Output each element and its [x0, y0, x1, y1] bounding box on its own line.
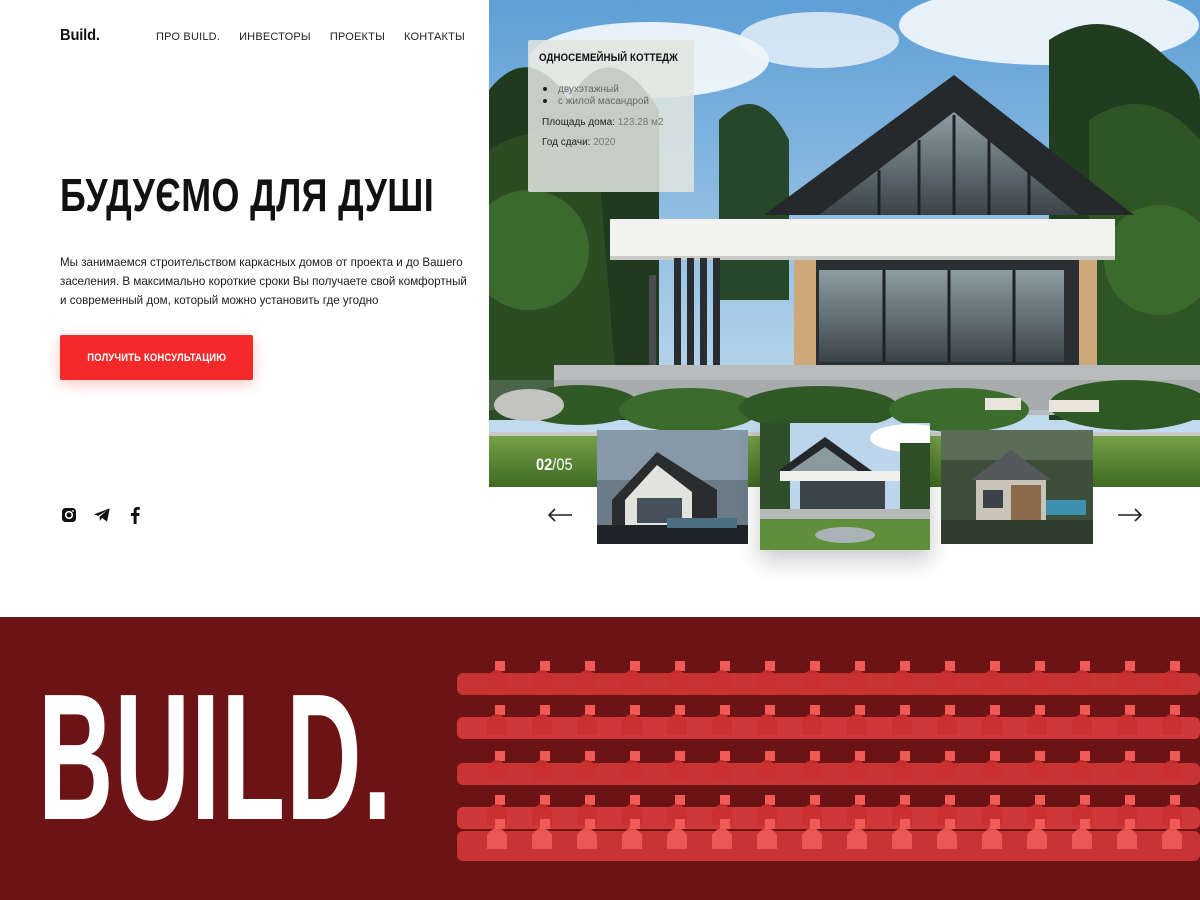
year-value: 2020: [593, 137, 616, 148]
nav-item-investors[interactable]: ИНВЕСТОРЫ: [239, 31, 311, 43]
area-label: Площадь дома:: [542, 117, 615, 128]
slide-current: 02: [536, 455, 553, 474]
project-title: ОДНОСЕМЕЙНЫЙ КОТТЕДЖ: [539, 52, 678, 64]
year-label: Год сдачи:: [542, 137, 591, 148]
project-year: Год сдачи: 2020: [539, 137, 684, 148]
feature-item: с жилой масандрой: [541, 96, 684, 107]
logo[interactable]: Build.: [60, 27, 100, 45]
nav-item-contacts[interactable]: КОНТАКТЫ: [404, 31, 465, 43]
project-area: Площадь дома: 123.28 м2: [539, 117, 684, 128]
slider-prev-arrow[interactable]: [546, 503, 574, 527]
main-nav: ПРО BUILD. ИНВЕСТОРЫ ПРОЕКТЫ КОНТАКТЫ: [156, 31, 484, 43]
hero-title: БУДУЄМО ДЛЯ ДУШІ: [60, 169, 435, 221]
hero-description: Мы занимаемся строительством каркасных д…: [60, 256, 467, 307]
consultation-button-label: ПОЛУЧИТЬ КОНСУЛЬТАЦИЮ: [87, 351, 226, 364]
slider-next-arrow[interactable]: [1116, 503, 1144, 527]
project-info-card: ОДНОСЕМЕЙНЫЙ КОТТЕДЖ двухэтажный с жилой…: [528, 40, 694, 192]
area-value: 123.28 м2: [617, 117, 664, 128]
thumbnail-2-active[interactable]: [760, 423, 930, 550]
thumbnail-3[interactable]: [941, 430, 1093, 544]
feature-item: двухэтажный: [541, 84, 684, 95]
nav-item-about[interactable]: ПРО BUILD.: [156, 31, 220, 43]
social-links: [60, 506, 144, 524]
slide-counter: 02/05: [536, 455, 573, 475]
instagram-icon[interactable]: [60, 506, 78, 524]
facebook-icon[interactable]: [126, 506, 144, 524]
nav-item-projects[interactable]: ПРОЕКТЫ: [330, 31, 385, 43]
thumbnail-1[interactable]: [597, 430, 748, 544]
slide-total: /05: [552, 455, 573, 474]
brand-wordmark: BUILD.: [38, 657, 393, 858]
consultation-button[interactable]: ПОЛУЧИТЬ КОНСУЛЬТАЦИЮ: [60, 335, 253, 380]
project-features: двухэтажный с жилой масандрой: [541, 84, 684, 107]
telegram-icon[interactable]: [93, 506, 111, 524]
brand-pattern: [457, 661, 1200, 861]
